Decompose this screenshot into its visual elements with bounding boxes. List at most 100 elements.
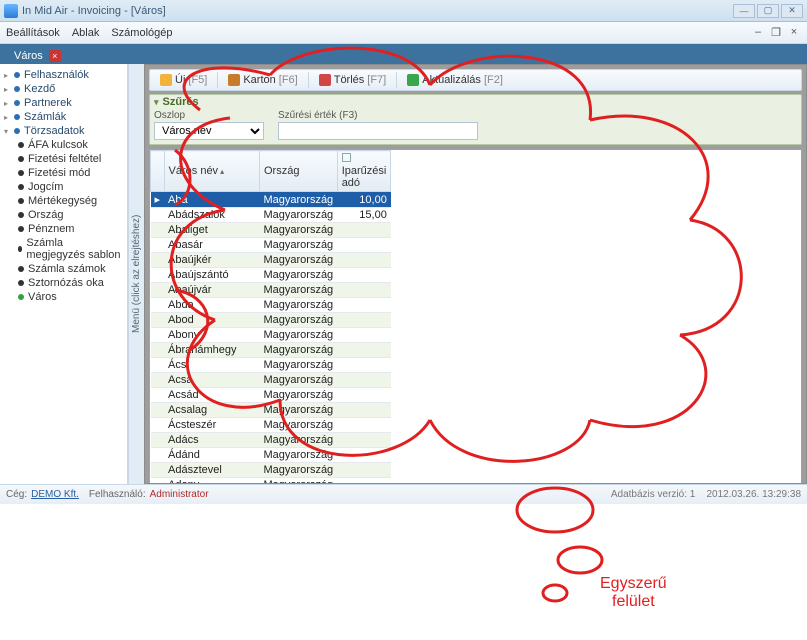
- refresh-button[interactable]: Aktualizálás [F2]: [401, 73, 509, 87]
- cell-country: Magyarország: [259, 418, 337, 433]
- cell-cityname: Adásztevel: [164, 463, 259, 478]
- annotation-label: Egyszerűfelület: [600, 575, 667, 612]
- cell-cityname: Acsalag: [164, 403, 259, 418]
- separator: [396, 72, 397, 88]
- table-row[interactable]: AdásztevelMagyarország: [151, 463, 391, 478]
- col-header-cityname[interactable]: Város név: [164, 151, 259, 192]
- table-row[interactable]: AcsaMagyarország: [151, 373, 391, 388]
- menu-calculator[interactable]: Számológép: [111, 27, 172, 39]
- menu-settings[interactable]: Beállítások: [6, 27, 60, 39]
- cell-tax: [337, 313, 391, 328]
- table-row[interactable]: AbonyMagyarország: [151, 328, 391, 343]
- app-icon: [4, 4, 18, 18]
- maximize-button[interactable]: ▢: [757, 4, 779, 18]
- table-row[interactable]: AbdaMagyarország: [151, 298, 391, 313]
- cell-tax: [337, 328, 391, 343]
- row-indicator: [151, 298, 165, 313]
- cell-country: Magyarország: [259, 388, 337, 403]
- sidebar-sub-title[interactable]: Jogcím: [2, 180, 125, 194]
- filter-title[interactable]: Szűrés: [154, 96, 797, 108]
- table-row[interactable]: AdonyMagyarország: [151, 478, 391, 485]
- menu-window[interactable]: Ablak: [72, 27, 100, 39]
- table-row[interactable]: AbaújvárMagyarország: [151, 283, 391, 298]
- filter-column-select[interactable]: Város név: [154, 122, 264, 140]
- row-indicator: [151, 268, 165, 283]
- separator: [308, 72, 309, 88]
- window-titlebar: In Mid Air - Invoicing - [Város] — ▢ ✕: [0, 0, 807, 22]
- row-indicator: [151, 373, 165, 388]
- cell-tax: [337, 343, 391, 358]
- cell-tax: [337, 253, 391, 268]
- cell-cityname: Abaújkér: [164, 253, 259, 268]
- table-row[interactable]: AcsalagMagyarország: [151, 403, 391, 418]
- cell-cityname: Acsa: [164, 373, 259, 388]
- sidebar-item-partners[interactable]: Partnerek: [2, 96, 125, 110]
- row-indicator: [151, 343, 165, 358]
- sidebar-sub-payment-mode[interactable]: Fizetési mód: [2, 166, 125, 180]
- sidebar-sub-invoice-template[interactable]: Számla megjegyzés sablon: [2, 236, 125, 262]
- cell-country: Magyarország: [259, 328, 337, 343]
- tab-close-icon[interactable]: ×: [49, 50, 61, 62]
- sidebar-item-masterdata[interactable]: Törzsadatok: [2, 124, 125, 138]
- side-collapse-tab[interactable]: Menü (click az elrejtéshez): [128, 64, 144, 484]
- cell-country: Magyarország: [259, 253, 337, 268]
- delete-icon: [319, 74, 331, 86]
- sidebar-sub-country[interactable]: Ország: [2, 208, 125, 222]
- status-company-link[interactable]: DEMO Kft.: [31, 489, 79, 500]
- table-row[interactable]: AbaligetMagyarország: [151, 223, 391, 238]
- cell-country: Magyarország: [259, 208, 337, 223]
- table-row[interactable]: ÁcsteszérMagyarország: [151, 418, 391, 433]
- table-row[interactable]: AbádszalókMagyarország15,00: [151, 208, 391, 223]
- card-button[interactable]: Karton [F6]: [222, 73, 303, 87]
- sidebar-sub-currency[interactable]: Pénznem: [2, 222, 125, 236]
- status-db-version: Adatbázis verzió: 1: [611, 489, 696, 500]
- sidebar-sub-vat[interactable]: ÁFA kulcsok: [2, 138, 125, 152]
- row-indicator: [151, 283, 165, 298]
- mdi-minimize-icon[interactable]: –: [751, 26, 765, 39]
- sidebar-item-home[interactable]: Kezdő: [2, 82, 125, 96]
- table-row[interactable]: AbodMagyarország: [151, 313, 391, 328]
- sidebar-item-users[interactable]: Felhasználók: [2, 68, 125, 82]
- delete-button[interactable]: Törlés [F7]: [313, 73, 393, 87]
- sidebar-sub-storno-reason[interactable]: Sztornózás oka: [2, 276, 125, 290]
- cell-country: Magyarország: [259, 192, 337, 208]
- table-row[interactable]: ÁdándMagyarország: [151, 448, 391, 463]
- window-title: In Mid Air - Invoicing - [Város]: [22, 5, 166, 17]
- table-row[interactable]: ▸AbaMagyarország10,00: [151, 192, 391, 208]
- sidebar-item-invoices[interactable]: Számlák: [2, 110, 125, 124]
- row-indicator: [151, 253, 165, 268]
- new-button[interactable]: Új [F5]: [154, 73, 213, 87]
- col-header-country[interactable]: Ország: [259, 151, 337, 192]
- sidebar-sub-invoice-numbers[interactable]: Számla számok: [2, 262, 125, 276]
- cell-country: Magyarország: [259, 463, 337, 478]
- tab-varos[interactable]: Város ×: [6, 48, 69, 64]
- table-row[interactable]: AbaújszántóMagyarország: [151, 268, 391, 283]
- table-row[interactable]: ÁbrahámhegyMagyarország: [151, 343, 391, 358]
- minimize-button[interactable]: —: [733, 4, 755, 18]
- row-selector-header[interactable]: [151, 151, 165, 192]
- cell-tax: [337, 238, 391, 253]
- sidebar-sub-unit[interactable]: Mértékegység: [2, 194, 125, 208]
- row-indicator: [151, 478, 165, 485]
- tab-label: Város: [14, 50, 43, 62]
- document-tabbar: Város ×: [0, 44, 807, 64]
- row-indicator: [151, 223, 165, 238]
- table-row[interactable]: AbaújkérMagyarország: [151, 253, 391, 268]
- row-indicator: [151, 433, 165, 448]
- cell-tax: 10,00: [337, 192, 391, 208]
- filter-value-input[interactable]: [278, 122, 478, 140]
- col-header-tax[interactable]: Iparűzési adó: [337, 151, 391, 192]
- close-button[interactable]: ✕: [781, 4, 803, 18]
- data-grid[interactable]: Város név Ország Iparűzési adó ▸AbaMagya…: [149, 149, 802, 484]
- sidebar-sub-city[interactable]: Város: [2, 290, 125, 304]
- table-row[interactable]: AbasárMagyarország: [151, 238, 391, 253]
- table-row[interactable]: AcsádMagyarország: [151, 388, 391, 403]
- mdi-close-icon[interactable]: ×: [787, 26, 801, 39]
- filter-panel: Szűrés Oszlop Város név Szűrési érték (F…: [149, 94, 802, 145]
- grid-toolbar: Új [F5] Karton [F6] Törlés [F7]: [149, 69, 802, 91]
- cell-tax: [337, 373, 391, 388]
- sidebar-sub-payment-term[interactable]: Fizetési feltétel: [2, 152, 125, 166]
- table-row[interactable]: ÁcsMagyarország: [151, 358, 391, 373]
- mdi-restore-icon[interactable]: ❐: [769, 26, 783, 39]
- table-row[interactable]: AdácsMagyarország: [151, 433, 391, 448]
